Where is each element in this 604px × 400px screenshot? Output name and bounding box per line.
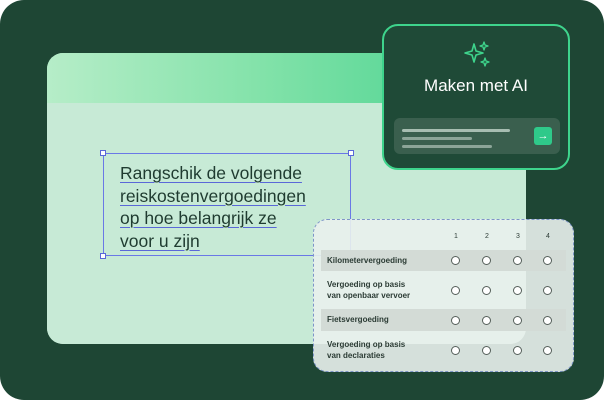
- ai-prompt-input[interactable]: →: [394, 118, 560, 154]
- resize-handle-top-left[interactable]: [100, 150, 106, 156]
- question-line: Rangschik de volgende: [120, 163, 302, 183]
- ai-card-title: Maken met AI: [424, 76, 528, 95]
- resize-handle-top-right[interactable]: [348, 150, 354, 156]
- radio-button[interactable]: [543, 346, 552, 355]
- radio-button[interactable]: [513, 256, 522, 265]
- radio-button[interactable]: [451, 346, 460, 355]
- row-label: Vergoeding op basis van declaraties: [327, 340, 406, 360]
- row-label: Kilometervergoeding: [327, 256, 408, 265]
- prompt-placeholder-line: [402, 137, 472, 140]
- column-header: 1: [454, 233, 458, 240]
- ranking-matrix-card: 1 2 3 4 Kilometervergoeding Vergoeding o…: [313, 219, 574, 372]
- radio-button[interactable]: [543, 286, 552, 295]
- question-line: reiskostenvergoedingen: [120, 185, 306, 206]
- radio-button[interactable]: [482, 316, 491, 325]
- radio-button[interactable]: [513, 286, 522, 295]
- prompt-placeholder-line: [402, 145, 492, 148]
- column-header: 3: [516, 233, 520, 240]
- radio-button[interactable]: [451, 256, 460, 265]
- radio-button[interactable]: [543, 256, 552, 265]
- radio-button[interactable]: [543, 316, 552, 325]
- row-label: Fietsvergoeding: [327, 315, 389, 324]
- radio-button[interactable]: [482, 286, 491, 295]
- matrix-row: Vergoeding op basis van openbaar vervoer: [321, 275, 566, 305]
- resize-handle-bottom-left[interactable]: [100, 253, 106, 259]
- canvas: Rangschik de volgende reiskostenvergoedi…: [0, 0, 604, 400]
- row-label: Vergoeding op basis van openbaar vervoer: [327, 280, 411, 300]
- radio-button[interactable]: [451, 316, 460, 325]
- radio-button[interactable]: [513, 346, 522, 355]
- matrix-row: Kilometervergoeding: [321, 250, 566, 271]
- radio-button[interactable]: [482, 346, 491, 355]
- arrow-right-icon[interactable]: →: [534, 127, 552, 145]
- radio-button[interactable]: [451, 286, 460, 295]
- radio-button[interactable]: [482, 256, 491, 265]
- matrix-row: Fietsvergoeding: [321, 309, 566, 331]
- sparkle-icon: [464, 41, 490, 67]
- radio-button[interactable]: [513, 316, 522, 325]
- column-header: 2: [485, 233, 489, 240]
- create-with-ai-card[interactable]: Maken met AI →: [382, 24, 570, 170]
- matrix-row: Vergoeding op basis van declaraties: [321, 335, 566, 365]
- column-header: 4: [546, 233, 550, 240]
- prompt-placeholder-line: [402, 129, 510, 132]
